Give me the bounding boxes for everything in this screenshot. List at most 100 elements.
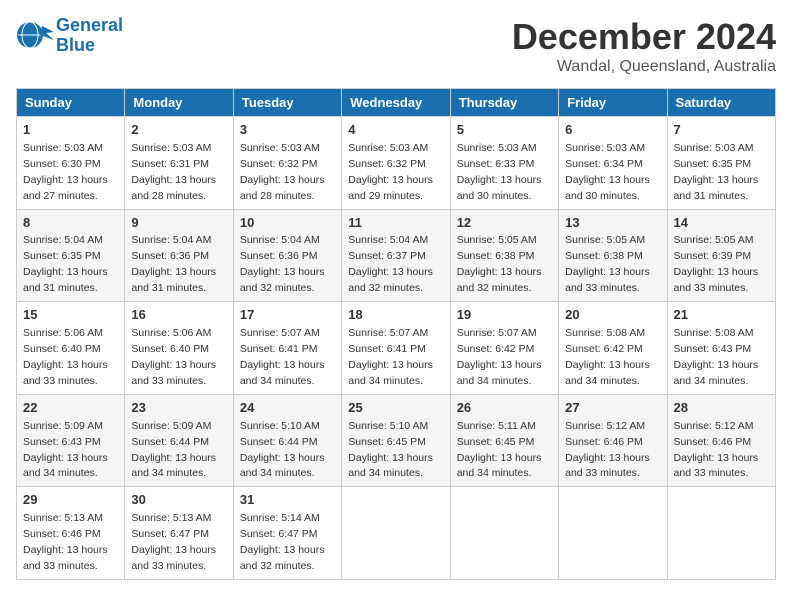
calendar-cell (559, 487, 667, 580)
day-number: 19 (457, 306, 552, 325)
day-header-saturday: Saturday (667, 89, 775, 117)
calendar-cell: 30 Sunrise: 5:13 AMSunset: 6:47 PMDayligh… (125, 487, 233, 580)
calendar-cell: 7Sunrise: 5:03 AMSunset: 6:35 PMDaylight… (667, 117, 775, 210)
cell-sunrise: Sunrise: 5:14 AMSunset: 6:47 PMDaylight:… (240, 512, 325, 572)
cell-sunrise: Sunrise: 5:06 AMSunset: 6:40 PMDaylight:… (131, 327, 216, 387)
cell-sunrise: Sunrise: 5:03 AMSunset: 6:32 PMDaylight:… (240, 142, 325, 202)
day-number: 6 (565, 121, 660, 140)
day-number: 20 (565, 306, 660, 325)
calendar-cell: 6 Sunrise: 5:03 AMSunset: 6:34 PMDaylight… (559, 117, 667, 210)
cell-sunrise: Sunrise: 5:05 AMSunset: 6:39 PMDaylight:… (674, 234, 759, 294)
cell-sunrise: Sunrise: 5:10 AMSunset: 6:45 PMDaylight:… (348, 420, 433, 480)
calendar-cell: 21 Sunrise: 5:08 AMSunset: 6:43 PMDayligh… (667, 302, 775, 395)
week-row-1: 1 Sunrise: 5:03 AMSunset: 6:30 PMDaylight… (17, 117, 776, 210)
calendar-cell: 22 Sunrise: 5:09 AMSunset: 6:43 PMDayligh… (17, 394, 125, 487)
calendar-cell: 4 Sunrise: 5:03 AMSunset: 6:32 PMDaylight… (342, 117, 450, 210)
cell-sunrise: Sunrise: 5:03 AMSunset: 6:30 PMDaylight:… (23, 142, 108, 202)
calendar-cell: 19 Sunrise: 5:07 AMSunset: 6:42 PMDayligh… (450, 302, 558, 395)
calendar-header-row: SundayMondayTuesdayWednesdayThursdayFrid… (17, 89, 776, 117)
page-header: General Blue December 2024 Wandal, Queen… (16, 16, 776, 76)
calendar-cell: 13Sunrise: 5:05 AMSunset: 6:38 PMDayligh… (559, 209, 667, 302)
month-title: December 2024 (512, 16, 776, 58)
calendar-cell: 26 Sunrise: 5:11 AMSunset: 6:45 PMDayligh… (450, 394, 558, 487)
day-header-monday: Monday (125, 89, 233, 117)
cell-sunrise: Sunrise: 5:11 AMSunset: 6:45 PMDaylight:… (457, 420, 542, 480)
calendar-cell: 31 Sunrise: 5:14 AMSunset: 6:47 PMDayligh… (233, 487, 341, 580)
calendar-cell: 2Sunrise: 5:03 AMSunset: 6:31 PMDaylight… (125, 117, 233, 210)
calendar-cell: 16 Sunrise: 5:06 AMSunset: 6:40 PMDayligh… (125, 302, 233, 395)
cell-sunrise: Sunrise: 5:08 AMSunset: 6:43 PMDaylight:… (674, 327, 759, 387)
calendar-cell: 1 Sunrise: 5:03 AMSunset: 6:30 PMDaylight… (17, 117, 125, 210)
location: Wandal, Queensland, Australia (512, 58, 776, 76)
day-number: 16 (131, 306, 226, 325)
calendar-cell: 15 Sunrise: 5:06 AMSunset: 6:40 PMDayligh… (17, 302, 125, 395)
week-row-2: 8Sunrise: 5:04 AMSunset: 6:35 PMDaylight… (17, 209, 776, 302)
cell-sunrise: Sunrise: 5:03 AMSunset: 6:32 PMDaylight:… (348, 142, 433, 202)
calendar-cell: 23Sunrise: 5:09 AMSunset: 6:44 PMDayligh… (125, 394, 233, 487)
cell-sunrise: Sunrise: 5:08 AMSunset: 6:42 PMDaylight:… (565, 327, 650, 387)
title-area: December 2024 Wandal, Queensland, Austra… (512, 16, 776, 76)
day-header-tuesday: Tuesday (233, 89, 341, 117)
day-number: 13 (565, 214, 660, 233)
cell-sunrise: Sunrise: 5:10 AMSunset: 6:44 PMDaylight:… (240, 420, 325, 480)
week-row-5: 29Sunrise: 5:13 AMSunset: 6:46 PMDayligh… (17, 487, 776, 580)
calendar-cell: 25 Sunrise: 5:10 AMSunset: 6:45 PMDayligh… (342, 394, 450, 487)
day-number: 22 (23, 399, 118, 418)
calendar-cell: 5Sunrise: 5:03 AMSunset: 6:33 PMDaylight… (450, 117, 558, 210)
day-number: 7 (674, 121, 769, 140)
calendar-cell: 9Sunrise: 5:04 AMSunset: 6:36 PMDaylight… (125, 209, 233, 302)
day-number: 30 (131, 491, 226, 510)
day-number: 15 (23, 306, 118, 325)
day-header-sunday: Sunday (17, 89, 125, 117)
day-number: 17 (240, 306, 335, 325)
week-row-4: 22 Sunrise: 5:09 AMSunset: 6:43 PMDayligh… (17, 394, 776, 487)
day-number: 8 (23, 214, 118, 233)
day-header-wednesday: Wednesday (342, 89, 450, 117)
calendar-cell: 29Sunrise: 5:13 AMSunset: 6:46 PMDayligh… (17, 487, 125, 580)
day-number: 27 (565, 399, 660, 418)
calendar-cell: 17Sunrise: 5:07 AMSunset: 6:41 PMDayligh… (233, 302, 341, 395)
calendar-cell: 14Sunrise: 5:05 AMSunset: 6:39 PMDayligh… (667, 209, 775, 302)
calendar-cell: 10Sunrise: 5:04 AMSunset: 6:36 PMDayligh… (233, 209, 341, 302)
calendar-table: SundayMondayTuesdayWednesdayThursdayFrid… (16, 88, 776, 580)
day-number: 1 (23, 121, 118, 140)
day-number: 18 (348, 306, 443, 325)
calendar-cell (342, 487, 450, 580)
cell-sunrise: Sunrise: 5:04 AMSunset: 6:37 PMDaylight:… (348, 234, 433, 294)
cell-sunrise: Sunrise: 5:12 AMSunset: 6:46 PMDaylight:… (674, 420, 759, 480)
calendar-cell: 20 Sunrise: 5:08 AMSunset: 6:42 PMDayligh… (559, 302, 667, 395)
day-number: 4 (348, 121, 443, 140)
cell-sunrise: Sunrise: 5:09 AMSunset: 6:43 PMDaylight:… (23, 420, 108, 480)
day-number: 12 (457, 214, 552, 233)
cell-sunrise: Sunrise: 5:04 AMSunset: 6:36 PMDaylight:… (131, 234, 216, 294)
day-number: 14 (674, 214, 769, 233)
day-number: 31 (240, 491, 335, 510)
logo-text: General (56, 16, 123, 36)
day-number: 10 (240, 214, 335, 233)
week-row-3: 15 Sunrise: 5:06 AMSunset: 6:40 PMDayligh… (17, 302, 776, 395)
cell-sunrise: Sunrise: 5:07 AMSunset: 6:42 PMDaylight:… (457, 327, 542, 387)
logo: General Blue (16, 16, 123, 56)
day-number: 25 (348, 399, 443, 418)
cell-sunrise: Sunrise: 5:04 AMSunset: 6:35 PMDaylight:… (23, 234, 108, 294)
calendar-cell: 3 Sunrise: 5:03 AMSunset: 6:32 PMDaylight… (233, 117, 341, 210)
cell-sunrise: Sunrise: 5:04 AMSunset: 6:36 PMDaylight:… (240, 234, 325, 294)
calendar-cell: 18Sunrise: 5:07 AMSunset: 6:41 PMDayligh… (342, 302, 450, 395)
calendar-cell: 24Sunrise: 5:10 AMSunset: 6:44 PMDayligh… (233, 394, 341, 487)
cell-sunrise: Sunrise: 5:06 AMSunset: 6:40 PMDaylight:… (23, 327, 108, 387)
day-header-thursday: Thursday (450, 89, 558, 117)
day-number: 28 (674, 399, 769, 418)
calendar-cell: 11Sunrise: 5:04 AMSunset: 6:37 PMDayligh… (342, 209, 450, 302)
day-number: 9 (131, 214, 226, 233)
day-number: 21 (674, 306, 769, 325)
day-number: 2 (131, 121, 226, 140)
cell-sunrise: Sunrise: 5:03 AMSunset: 6:34 PMDaylight:… (565, 142, 650, 202)
cell-sunrise: Sunrise: 5:13 AMSunset: 6:47 PMDaylight:… (131, 512, 216, 572)
cell-sunrise: Sunrise: 5:09 AMSunset: 6:44 PMDaylight:… (131, 420, 216, 480)
day-number: 3 (240, 121, 335, 140)
cell-sunrise: Sunrise: 5:03 AMSunset: 6:33 PMDaylight:… (457, 142, 542, 202)
calendar-cell (667, 487, 775, 580)
calendar-cell (450, 487, 558, 580)
day-number: 26 (457, 399, 552, 418)
logo-icon (16, 18, 56, 54)
